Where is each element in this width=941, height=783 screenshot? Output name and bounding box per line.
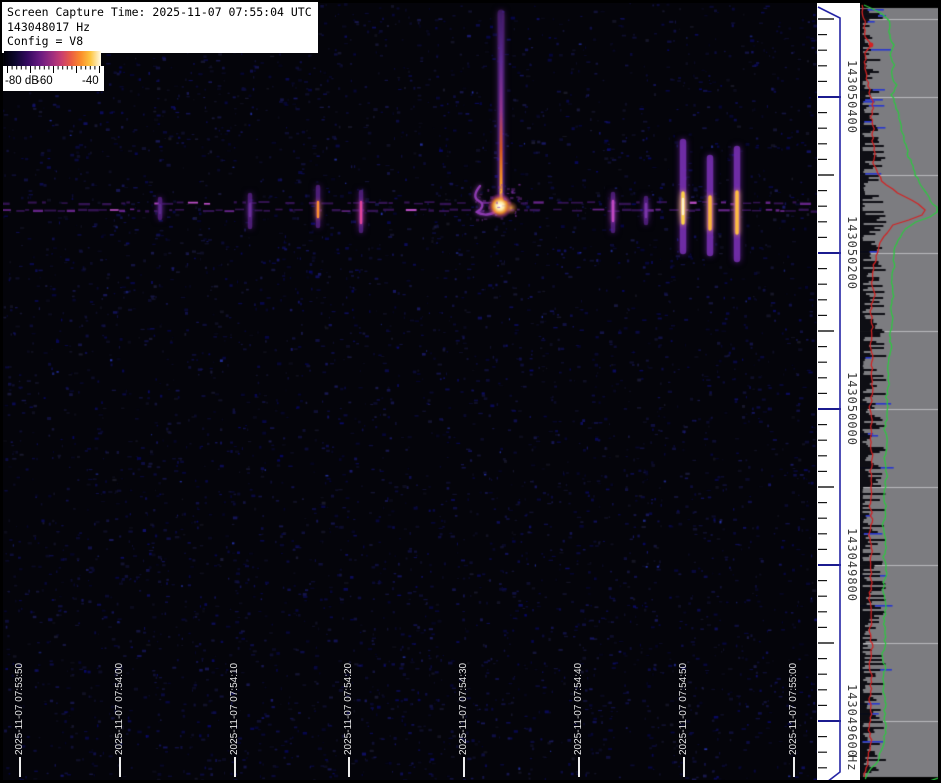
frequency-tick-label: 143050400 <box>845 59 859 135</box>
time-tick-label: 2025-11-07 07:54:40 <box>573 662 584 755</box>
frequency-axis: 143050400 143050200 143050000 143049800 1430… <box>817 3 860 780</box>
time-tick-mark <box>793 757 795 777</box>
screen-capture-root: Screen Capture Time: 2025-11-07 07:55:04… <box>0 0 941 783</box>
time-tick-label: 2025-11-07 07:55:00 <box>788 662 799 755</box>
frequency-tick-label: 143049800 <box>845 527 859 603</box>
time-tick-label: 2025-11-07 07:53:50 <box>14 662 25 755</box>
colorbar-scale: -80 dB -60 -40 <box>3 66 104 91</box>
time-tick-mark <box>578 757 580 777</box>
time-tick-mark <box>19 757 21 777</box>
frequency-tick-label: 143050200 <box>845 215 859 291</box>
capture-info-box: Screen Capture Time: 2025-11-07 07:55:04… <box>2 2 318 53</box>
time-tick-mark <box>119 757 121 777</box>
config-text: Config = V8 <box>7 34 84 49</box>
spectrogram-waterfall <box>3 3 817 780</box>
time-tick-label: 2025-11-07 07:54:00 <box>114 662 125 755</box>
capture-time-text: Screen Capture Time: 2025-11-07 07:55:04… <box>7 5 312 19</box>
colorbar-label-40db: -40 <box>82 75 99 87</box>
frequency-axis-unit: Hz <box>845 755 859 772</box>
time-tick-label: 2025-11-07 07:54:50 <box>678 662 689 755</box>
time-tick-mark <box>234 757 236 777</box>
colorbar-label-80db: -80 dB <box>5 75 39 87</box>
time-tick-label: 2025-11-07 07:54:10 <box>229 662 240 755</box>
frequency-tick-label: 143050000 <box>845 371 859 447</box>
colorbar-gradient <box>4 51 101 66</box>
time-tick-mark <box>683 757 685 777</box>
colorbar-label-60db: -60 <box>36 75 53 87</box>
time-tick-mark <box>463 757 465 777</box>
time-tick-label: 2025-11-07 07:54:30 <box>458 662 469 755</box>
intensity-colorbar: -80 dB -60 -40 <box>3 51 104 91</box>
colorbar-ticks <box>7 66 100 73</box>
tuned-frequency-text: 143048017 Hz <box>7 19 91 34</box>
time-tick-mark <box>348 757 350 777</box>
frequency-tick-label: 143049600 <box>845 683 859 759</box>
time-tick-label: 2025-11-07 07:54:20 <box>343 662 354 755</box>
live-spectrum-panel <box>860 3 938 780</box>
